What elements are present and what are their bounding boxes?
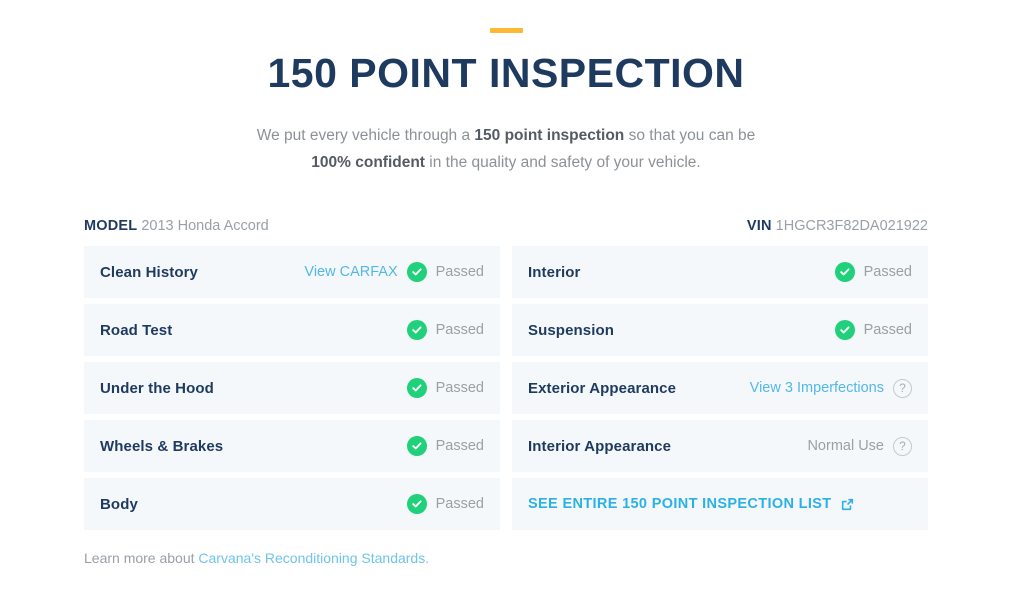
inspection-row-road-test: Road Test Passed	[84, 304, 500, 357]
row-status-text: Passed	[435, 264, 484, 281]
row-label: Road Test	[100, 321, 173, 339]
vin-value: 1HGCR3F82DA021922	[775, 218, 928, 235]
row-status-group: Passed	[834, 262, 912, 283]
vehicle-meta: MODEL 2013 Honda Accord VIN 1HGCR3F82DA021…	[84, 218, 928, 234]
footer-text: Learn more about	[84, 550, 199, 567]
row-label: Interior	[528, 263, 581, 281]
subtitle-line1-strong: 150 point inspection	[474, 127, 625, 145]
row-label: Exterior Appearance	[528, 379, 677, 397]
subtitle-line1-pre: We put every vehicle through a	[256, 127, 475, 145]
inspection-row-clean-history: Clean History View CARFAX Passed	[84, 246, 500, 299]
row-status-group: Passed	[406, 378, 484, 399]
row-status-group: Passed	[406, 494, 484, 515]
inspection-row-interior-appearance: Interior Appearance Normal Use ?	[512, 420, 928, 473]
external-link-icon	[842, 498, 854, 510]
page-subtitle: We put every vehicle through a 150 point…	[226, 122, 786, 176]
inspection-column-left: Clean History View CARFAX Passed Road Te…	[84, 246, 500, 531]
row-status-text: Normal Use	[807, 438, 884, 455]
row-status-text: Passed	[435, 496, 484, 513]
see-entire-list-link[interactable]: SEE ENTIRE 150 POINT INSPECTION LIST	[528, 496, 855, 512]
accent-bar	[489, 28, 523, 33]
inspection-column-right: Interior Passed Suspension Passed Exteri…	[512, 246, 928, 531]
model-meta: MODEL 2013 Honda Accord	[84, 218, 269, 234]
inspection-row-exterior-appearance: Exterior Appearance View 3 Imperfections…	[512, 362, 928, 415]
footer-note: Learn more about Carvana's Reconditionin…	[84, 550, 928, 566]
row-label: Interior Appearance	[528, 437, 672, 455]
check-circle-icon	[406, 436, 427, 457]
reconditioning-standards-link[interactable]: Carvana's Reconditioning Standards.	[198, 550, 429, 566]
vin-label: VIN	[746, 218, 772, 235]
page-title: 150 POINT INSPECTION	[267, 50, 745, 96]
row-status-text: Passed	[435, 322, 484, 339]
subtitle-line2-post: in the quality and safety of your vehicl…	[424, 154, 701, 172]
row-label: Suspension	[528, 321, 615, 339]
check-circle-icon	[834, 320, 855, 341]
help-circle-icon[interactable]: ?	[893, 436, 912, 456]
row-status-group: Passed	[406, 320, 484, 341]
row-label: Clean History	[100, 263, 198, 281]
page-header: 150 POINT INSPECTION We put every vehicl…	[0, 0, 1012, 176]
check-circle-icon	[834, 262, 855, 283]
row-status-text: Passed	[435, 438, 484, 455]
inspection-row-interior: Interior Passed	[512, 246, 928, 299]
check-circle-icon	[406, 320, 427, 341]
row-status-text: Passed	[435, 380, 484, 397]
inspection-row-under-the-hood: Under the Hood Passed	[84, 362, 500, 415]
inspection-row-body: Body Passed	[84, 478, 500, 531]
row-label: Body	[100, 495, 138, 513]
view-imperfections-link[interactable]: View 3 Imperfections	[750, 380, 884, 396]
row-status-group: Passed	[834, 320, 912, 341]
row-status-text: Passed	[863, 264, 912, 281]
row-status-group: Normal Use ?	[807, 436, 912, 456]
row-label: Wheels & Brakes	[100, 437, 224, 455]
inspection-grid: Clean History View CARFAX Passed Road Te…	[84, 246, 928, 531]
help-circle-icon[interactable]: ?	[893, 378, 912, 398]
check-circle-icon	[406, 378, 427, 399]
model-value: 2013 Honda Accord	[141, 218, 269, 235]
subtitle-line2-strong: 100% confident	[311, 154, 425, 172]
inspection-row-wheels-brakes: Wheels & Brakes Passed	[84, 420, 500, 473]
row-status-group: View CARFAX Passed	[304, 262, 484, 283]
model-label: MODEL	[84, 218, 138, 235]
row-status-group: Passed	[406, 436, 484, 457]
view-carfax-link[interactable]: View CARFAX	[304, 264, 397, 280]
subtitle-line1-post: so that you can be	[624, 127, 756, 145]
inspection-row-suspension: Suspension Passed	[512, 304, 928, 357]
inspection-row-full-list[interactable]: SEE ENTIRE 150 POINT INSPECTION LIST	[512, 478, 928, 531]
check-circle-icon	[406, 494, 427, 515]
row-status-text: Passed	[863, 322, 912, 339]
inspection-page: 150 POINT INSPECTION We put every vehicl…	[0, 0, 1012, 601]
see-entire-list-label: SEE ENTIRE 150 POINT INSPECTION LIST	[528, 496, 832, 513]
row-label: Under the Hood	[100, 379, 214, 397]
vin-meta: VIN 1HGCR3F82DA021922	[747, 218, 928, 234]
check-circle-icon	[406, 262, 427, 283]
row-status-group: View 3 Imperfections ?	[750, 378, 912, 398]
